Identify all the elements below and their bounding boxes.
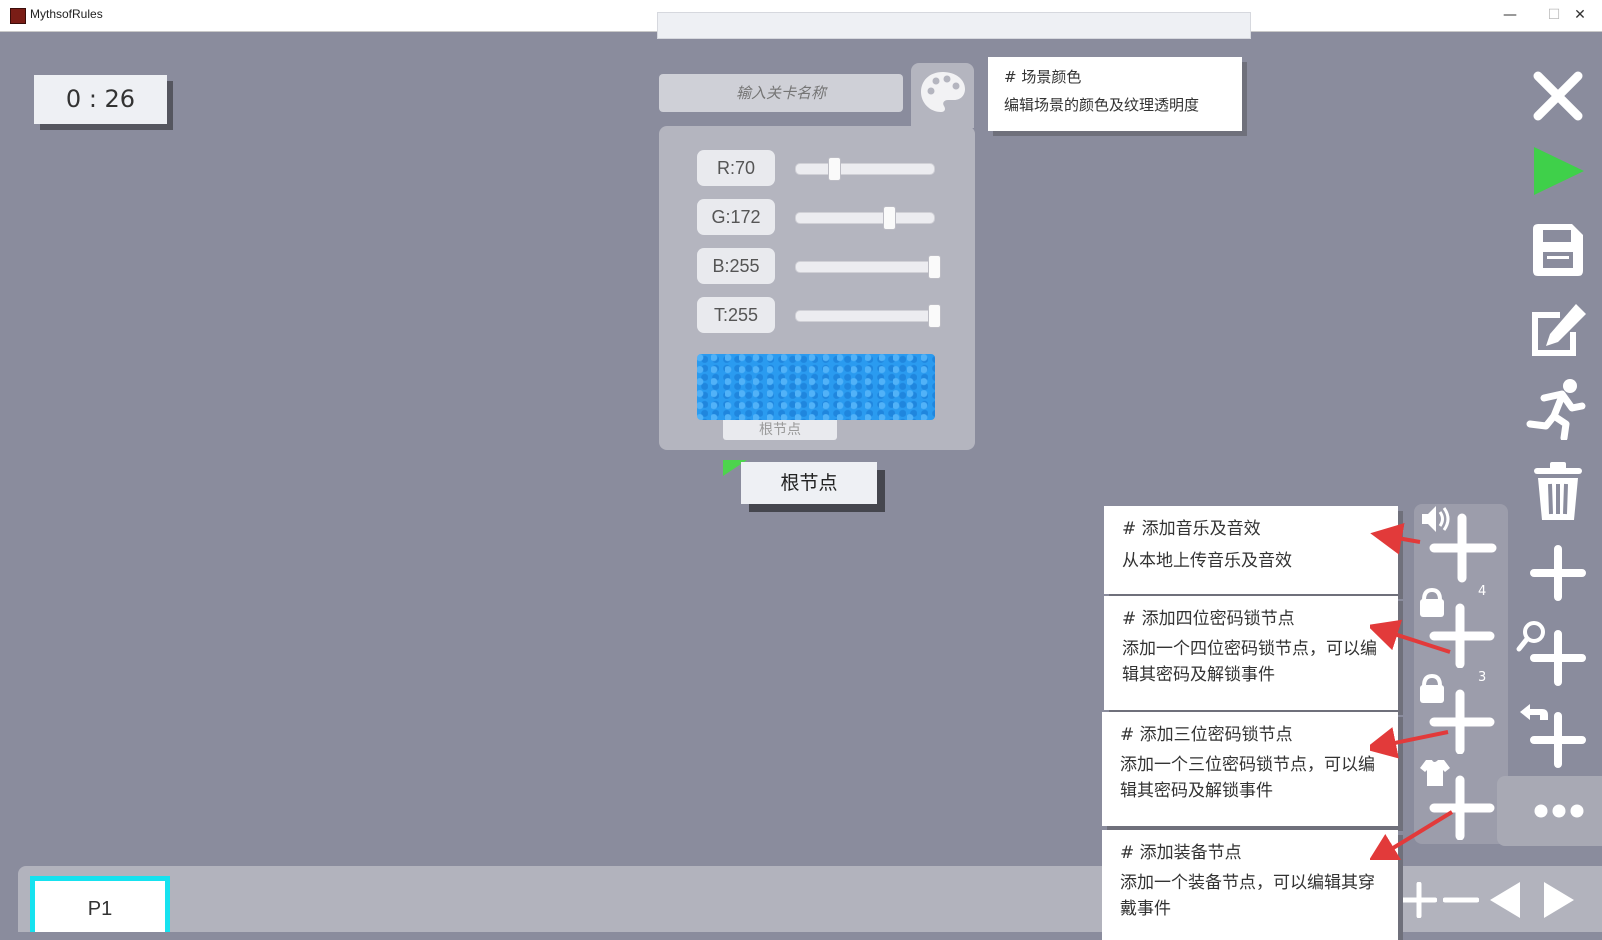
blue-slider-thumb[interactable] — [928, 255, 941, 279]
palette-icon — [921, 72, 965, 112]
next-page-icon[interactable] — [1540, 880, 1576, 920]
lock3-badge: 3 — [1478, 670, 1487, 685]
scene-color-tooltip: # 场景颜色 编辑场景的颜色及纹理透明度 — [988, 57, 1242, 131]
tooltip-title: # 添加装备节点 — [1120, 843, 1242, 863]
blue-value-label: B:255 — [697, 248, 775, 284]
scene-color-panel: R:70 G:172 B:255 T:255 根节点 — [659, 126, 975, 450]
edit-icon[interactable] — [1528, 302, 1588, 360]
trash-icon[interactable] — [1530, 460, 1586, 522]
red-slider[interactable] — [795, 157, 935, 181]
tooltip-description: 添加一个装备节点，可以编辑其穿戴事件 — [1120, 873, 1375, 919]
tooltip-description: 从本地上传音乐及音效 — [1122, 551, 1292, 571]
green-slider-thumb[interactable] — [883, 206, 897, 230]
window-title: MythsofRules — [30, 7, 103, 21]
level-name-input[interactable] — [659, 74, 903, 112]
page-tab-p1[interactable]: P1 — [30, 876, 170, 932]
add-node-icon[interactable] — [1530, 545, 1586, 601]
add-lock4-tooltip: # 添加四位密码锁节点 添加一个四位密码锁节点，可以编辑其密码及解锁事件 — [1104, 596, 1398, 710]
annotation-arrows — [1370, 523, 1454, 860]
timer-display: 0 : 26 — [34, 75, 167, 124]
green-slider[interactable] — [795, 206, 935, 230]
transparency-value-label: T:255 — [697, 297, 775, 333]
top-panel-strip — [657, 12, 1251, 39]
add-page-icon[interactable] — [1401, 882, 1437, 918]
palette-tab[interactable] — [911, 63, 974, 128]
close-icon[interactable] — [1530, 68, 1586, 124]
transparency-slider[interactable] — [795, 304, 941, 328]
lock4-badge: 4 — [1478, 584, 1487, 599]
more-icon[interactable] — [1534, 802, 1584, 820]
add-search-node-icon[interactable] — [1516, 618, 1586, 686]
tooltip-title: # 添加音乐及音效 — [1122, 519, 1261, 539]
red-value-label: R:70 — [697, 150, 775, 186]
add-lock3-tooltip: # 添加三位密码锁节点 添加一个三位密码锁节点，可以编辑其密码及解锁事件 — [1102, 712, 1398, 826]
tooltip-description: 添加一个四位密码锁节点，可以编辑其密码及解锁事件 — [1122, 639, 1377, 685]
more-panel — [1497, 776, 1602, 846]
add-return-node-icon[interactable] — [1516, 700, 1586, 768]
red-slider-thumb[interactable] — [827, 157, 841, 181]
remove-page-icon[interactable] — [1443, 882, 1479, 918]
blue-slider[interactable] — [795, 255, 941, 279]
run-icon[interactable] — [1526, 378, 1590, 440]
close-window-button[interactable]: ✕ — [1558, 4, 1602, 26]
tooltip-title: # 添加三位密码锁节点 — [1120, 725, 1293, 745]
tooltip-title: # 场景颜色 — [1004, 68, 1082, 86]
previous-page-icon[interactable] — [1488, 880, 1524, 920]
app-icon — [10, 8, 26, 24]
play-icon[interactable] — [1530, 143, 1586, 199]
color-preview-swatch — [697, 354, 935, 420]
save-icon[interactable] — [1530, 221, 1586, 279]
add-audio-tooltip: # 添加音乐及音效 从本地上传音乐及音效 — [1104, 506, 1398, 594]
add-equipment-tooltip: # 添加装备节点 添加一个装备节点，可以编辑其穿戴事件 — [1102, 830, 1398, 940]
transparency-slider-thumb[interactable] — [928, 304, 941, 328]
minimize-button[interactable]: — — [1488, 4, 1532, 26]
tooltip-description: 编辑场景的颜色及纹理透明度 — [1004, 96, 1200, 114]
green-value-label: G:172 — [697, 199, 775, 235]
root-node[interactable]: 根节点 — [741, 462, 877, 504]
tooltip-description: 添加一个三位密码锁节点，可以编辑其密码及解锁事件 — [1120, 755, 1375, 801]
tooltip-title: # 添加四位密码锁节点 — [1122, 609, 1295, 629]
